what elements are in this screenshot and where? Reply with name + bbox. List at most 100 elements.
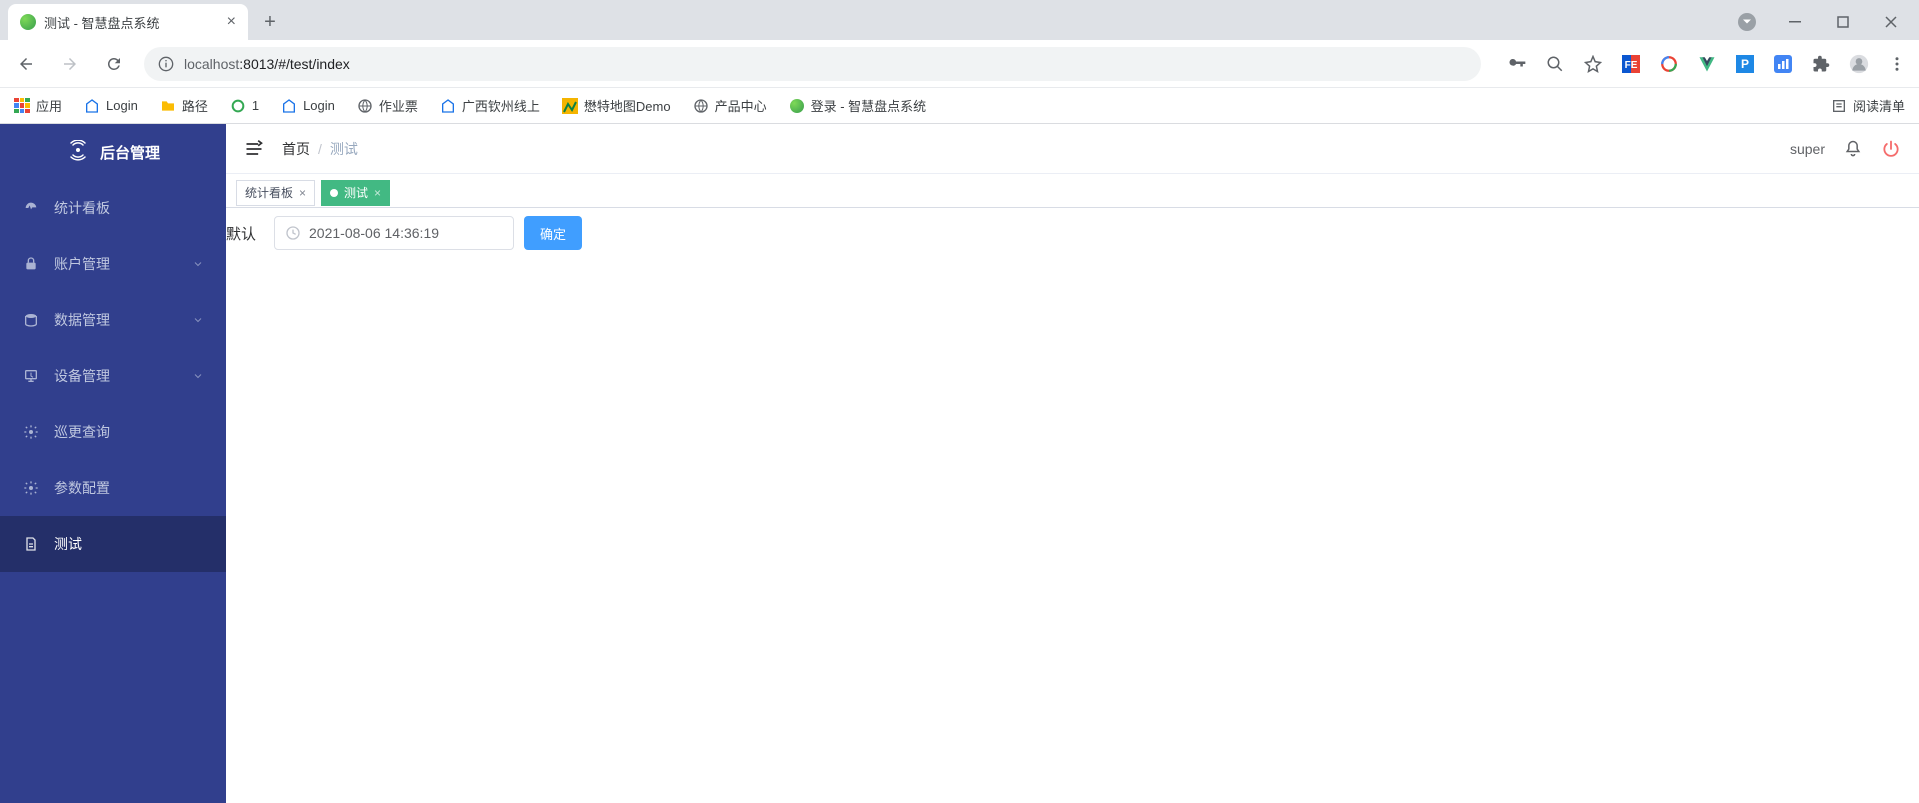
bookmark-item[interactable]: Login	[281, 98, 335, 114]
sidebar-item-label: 账户管理	[54, 254, 178, 274]
profile-avatar-icon[interactable]	[1849, 54, 1869, 74]
hamburger-toggle[interactable]	[244, 139, 264, 159]
sidebar-logo[interactable]: 后台管理	[0, 124, 226, 180]
bookmark-icon	[84, 98, 100, 114]
toolbar-right-icons: FE P	[1507, 54, 1907, 74]
sidebar-item-account[interactable]: 账户管理	[0, 236, 226, 292]
main-panel: 首页 / 测试 super 统计看板 × 测试 × 默认	[226, 124, 1919, 803]
bell-icon[interactable]	[1843, 139, 1863, 159]
breadcrumb-home[interactable]: 首页	[282, 139, 310, 159]
sidebar: 后台管理 统计看板 账户管理 数据管理 设备管理 巡更查询 参数配置	[0, 124, 226, 803]
sidebar-item-label: 设备管理	[54, 366, 178, 386]
sidebar-item-test[interactable]: 测试	[0, 516, 226, 572]
bookmark-item[interactable]: Login	[84, 98, 138, 114]
browser-tab-active[interactable]: 测试 - 智慧盘点系统 ×	[8, 4, 248, 40]
breadcrumb-current: 测试	[330, 139, 358, 159]
window-close-button[interactable]	[1877, 8, 1905, 36]
browser-tab-bar: 测试 - 智慧盘点系统 × +	[0, 0, 1919, 40]
bookmark-item[interactable]: 懋特地图Demo	[562, 96, 671, 115]
form-label-default: 默认	[226, 223, 256, 244]
datetime-value: 2021-08-06 14:36:19	[309, 225, 439, 241]
chrome-account-circle[interactable]	[1733, 8, 1761, 36]
chrome-menu-icon[interactable]	[1887, 54, 1907, 74]
active-dot-icon	[330, 189, 338, 197]
tab-close-icon[interactable]: ×	[227, 13, 236, 31]
sidebar-item-data[interactable]: 数据管理	[0, 292, 226, 348]
close-icon[interactable]: ×	[299, 186, 306, 200]
tab-favicon	[20, 14, 36, 30]
sidebar-item-device[interactable]: 设备管理	[0, 348, 226, 404]
username-label[interactable]: super	[1790, 141, 1825, 157]
breadcrumb: 首页 / 测试	[282, 139, 358, 159]
nav-forward-button[interactable]	[56, 50, 84, 78]
globe-icon	[693, 98, 709, 114]
close-icon[interactable]: ×	[374, 186, 381, 200]
sidebar-logo-title: 后台管理	[100, 142, 160, 163]
window-controls	[1719, 8, 1919, 36]
device-icon	[22, 368, 40, 384]
sidebar-item-dashboard[interactable]: 统计看板	[0, 180, 226, 236]
bookmark-star-icon[interactable]	[1583, 54, 1603, 74]
site-info-icon[interactable]	[158, 56, 174, 72]
power-icon[interactable]	[1881, 139, 1901, 159]
gear-icon	[22, 480, 40, 496]
ext-fe-icon[interactable]: FE	[1621, 54, 1641, 74]
ext-chart-icon[interactable]	[1773, 54, 1793, 74]
zoom-icon[interactable]	[1545, 54, 1565, 74]
folder-icon	[160, 98, 176, 114]
page-content: 默认 2021-08-06 14:36:19 确定	[226, 208, 1919, 803]
antenna-icon	[66, 140, 90, 164]
ext-p-icon[interactable]: P	[1735, 54, 1755, 74]
gear-icon	[22, 424, 40, 440]
bookmark-icon	[281, 98, 297, 114]
view-tab-label: 统计看板	[245, 184, 293, 201]
browser-chrome: 测试 - 智慧盘点系统 × + localhost:8013/#/test/in…	[0, 0, 1919, 124]
app-header: 首页 / 测试 super	[226, 124, 1919, 174]
apps-grid-icon	[14, 98, 30, 114]
bookmark-apps[interactable]: 应用	[14, 96, 62, 115]
key-icon[interactable]	[1507, 54, 1527, 74]
sidebar-item-params[interactable]: 参数配置	[0, 460, 226, 516]
sidebar-item-label: 巡更查询	[54, 422, 204, 442]
nav-back-button[interactable]	[12, 50, 40, 78]
breadcrumb-separator: /	[318, 141, 322, 157]
bookmark-item[interactable]: 产品中心	[693, 96, 767, 115]
bookmark-icon	[440, 98, 456, 114]
bookmark-item[interactable]: 作业票	[357, 96, 418, 115]
view-tab-test[interactable]: 测试 ×	[321, 180, 390, 206]
window-maximize-button[interactable]	[1829, 8, 1857, 36]
datetime-input[interactable]: 2021-08-06 14:36:19	[274, 216, 514, 250]
bookmark-item[interactable]: 1	[230, 98, 259, 114]
sidebar-item-label: 测试	[54, 534, 204, 554]
sidebar-item-label: 数据管理	[54, 310, 178, 330]
clock-icon	[285, 225, 301, 241]
sidebar-item-patrol[interactable]: 巡更查询	[0, 404, 226, 460]
database-icon	[22, 312, 40, 328]
nav-reload-button[interactable]	[100, 50, 128, 78]
reading-list-button[interactable]: 阅读清单	[1831, 96, 1905, 115]
doc-icon	[22, 536, 40, 552]
form-row: 默认 2021-08-06 14:36:19 确定	[226, 208, 1919, 250]
confirm-button[interactable]: 确定	[524, 216, 582, 250]
sidebar-item-label: 参数配置	[54, 478, 204, 498]
view-tab-label: 测试	[344, 184, 368, 201]
map-icon	[562, 98, 578, 114]
new-tab-button[interactable]: +	[256, 8, 284, 36]
bookmarks-bar: 应用 Login 路径 1 Login 作业票 广西钦州线上 懋特地图Demo …	[0, 88, 1919, 124]
dashboard-icon	[22, 200, 40, 216]
ext-vue-icon[interactable]	[1697, 54, 1717, 74]
extensions-icon[interactable]	[1811, 54, 1831, 74]
omnibox[interactable]: localhost:8013/#/test/index	[144, 47, 1481, 81]
ext-circle-icon[interactable]	[1659, 54, 1679, 74]
bookmark-item[interactable]: 登录 - 智慧盘点系统	[789, 96, 927, 115]
browser-tab-title: 测试 - 智慧盘点系统	[44, 13, 219, 32]
view-tab-dashboard[interactable]: 统计看板 ×	[236, 180, 315, 206]
chevron-down-icon	[192, 258, 204, 270]
omnibox-url: localhost:8013/#/test/index	[184, 56, 350, 72]
window-minimize-button[interactable]	[1781, 8, 1809, 36]
bookmark-item[interactable]: 广西钦州线上	[440, 96, 540, 115]
lock-icon	[22, 256, 40, 272]
bookmark-item[interactable]: 路径	[160, 96, 208, 115]
bookmark-icon	[230, 98, 246, 114]
header-right: super	[1790, 139, 1901, 159]
